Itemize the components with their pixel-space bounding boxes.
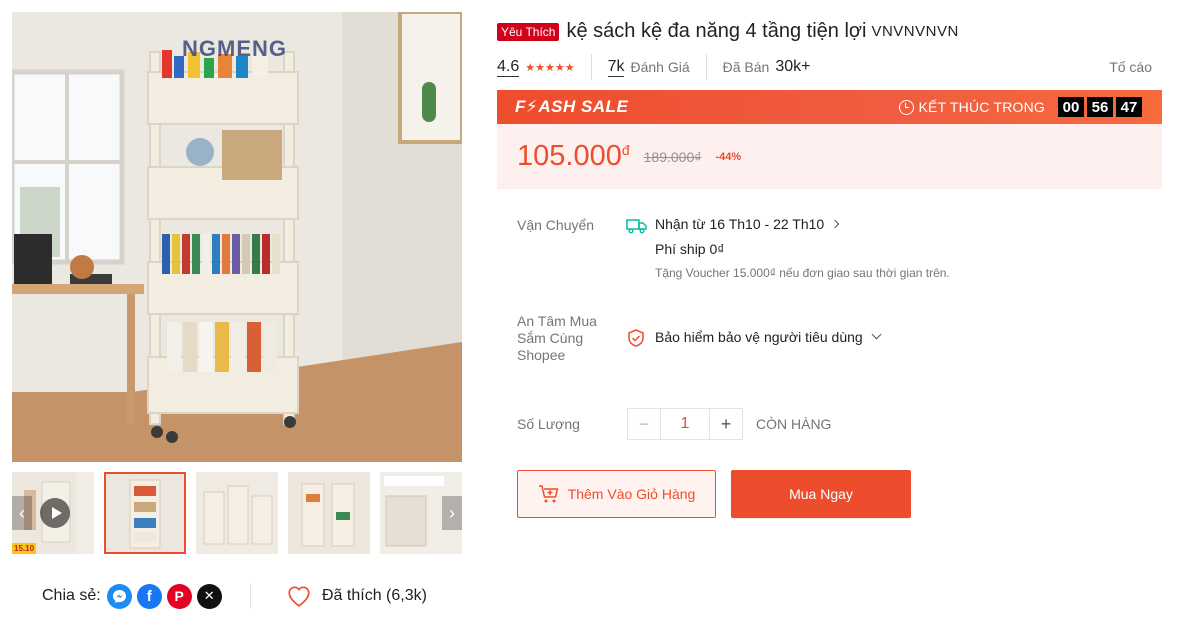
quantity-input[interactable]: 1 [660,409,710,439]
sold-label: Đã Bán [722,59,770,75]
thumbnail-1[interactable] [104,472,186,554]
video-promo-tag: 15.10 [12,543,37,554]
countdown-minutes: 56 [1087,97,1113,117]
countdown-hours: 00 [1058,97,1084,117]
like-button[interactable]: Đã thích (6,3k) [286,583,427,609]
pinterest-icon[interactable]: P [166,583,192,609]
guarantee-label: An Tâm Mua Sắm Cùng Shopee [517,313,597,363]
thumbnail-strip: 15.10 ‹ › [12,472,462,554]
shipping-label: Vận Chuyển [517,217,595,233]
shield-icon [628,329,644,347]
buy-now-button[interactable]: Mua Ngay [731,470,911,518]
report-link[interactable]: Tố cáo [1109,59,1152,75]
countdown: KẾT THÚC TRONG 00 56 47 [898,97,1142,117]
quantity-decrease-button[interactable]: − [628,409,660,439]
chevron-down-icon [871,329,882,339]
review-label: Đánh Giá [630,59,690,75]
thumbnail-2[interactable] [196,472,278,554]
insurance-text: Bảo hiểm bảo vệ người tiêu dùng [655,329,863,345]
thumbnail-3-image [288,472,370,554]
sold-count: 30k+ [775,58,811,75]
gallery-prev-arrow[interactable]: ‹ [12,496,32,530]
messenger-icon[interactable] [106,583,132,609]
lightning-icon: ⚡ [525,97,539,116]
rating-divider-2 [705,54,707,80]
share-row: Chia sẻ: f P ✕ [42,582,227,610]
product-title: kệ sách kệ đa năng 4 tầng tiện lợi [566,20,867,42]
current-price: 105.000đ [517,140,630,173]
flash-logo-prefix: F [515,97,526,116]
product-title-row: Yêu Thích kệ sách kệ đa năng 4 tầng tiện… [497,20,1157,43]
chevron-right-icon [830,219,840,229]
like-count: Đã thích (6,3k) [322,587,427,604]
rating-score[interactable]: 4.6 [497,58,520,77]
product-page: NGMENG 15.10 ‹ › Chia sẻ: f P ✕ Đã thích… [0,0,1178,623]
shipping-fee: Phí ship 0₫ [655,241,725,257]
shelf-photo [12,12,462,462]
brand-watermark: NGMENG [182,36,287,61]
quantity-label: Số Lượng [517,416,580,432]
rating-stars-icon: ★★★★★ [525,61,575,74]
thumbnail-3[interactable] [288,472,370,554]
flash-sale-bar: F⚡ASH SALE KẾT THÚC TRONG 00 56 47 [497,90,1162,124]
favorite-badge: Yêu Thích [497,22,560,41]
play-icon[interactable] [40,498,70,528]
rating-divider [590,54,592,80]
add-to-cart-label: Thêm Vào Giỏ Hàng [567,486,696,502]
delivery-estimate[interactable]: Nhận từ 16 Th10 - 22 Th10 [655,216,840,232]
thumbnail-1-image [104,472,186,554]
flash-sale-logo: F⚡ASH SALE [515,97,628,117]
delivery-estimate-text: Nhận từ 16 Th10 - 22 Th10 [655,216,825,232]
discount-badge: -44% [715,150,742,163]
current-price-value: 105.000 [517,140,622,172]
share-like-divider [250,583,251,609]
stock-status: CÒN HÀNG [756,416,832,432]
review-count[interactable]: 7k [607,58,625,77]
heart-icon [288,586,310,607]
insurance-dropdown[interactable]: Bảo hiểm bảo vệ người tiêu dùng [655,329,882,345]
share-label: Chia sẻ: [42,587,101,604]
clock-icon [898,99,914,115]
original-price: 189.000₫ [643,148,702,165]
quantity-increase-button[interactable]: + [710,409,742,439]
price-box: 105.000đ 189.000₫ -44% [497,124,1162,189]
quantity-stepper: − 1 + [627,408,743,440]
rating-row: 4.6 ★★★★★ 7k Đánh Giá Đã Bán 30k+ Tố cáo [497,54,1157,80]
add-to-cart-button[interactable]: Thêm Vào Giỏ Hàng [517,470,716,518]
countdown-seconds: 47 [1116,97,1142,117]
add-to-cart-icon [538,485,558,503]
gallery-next-arrow[interactable]: › [442,496,462,530]
currency-symbol: đ [621,142,630,158]
product-title-suffix: VNVNVNVN [871,23,959,40]
thumbnail-2-image [196,472,278,554]
truck-icon [626,219,647,234]
main-product-image[interactable]: NGMENG [12,12,462,462]
voucher-note: Tặng Voucher 15.000₫ nếu đơn giao sau th… [655,266,950,280]
countdown-label: KẾT THÚC TRONG [918,99,1045,115]
facebook-icon[interactable]: f [136,583,162,609]
flash-logo-suffix: ASH SALE [538,97,629,116]
x-twitter-icon[interactable]: ✕ [196,583,222,609]
